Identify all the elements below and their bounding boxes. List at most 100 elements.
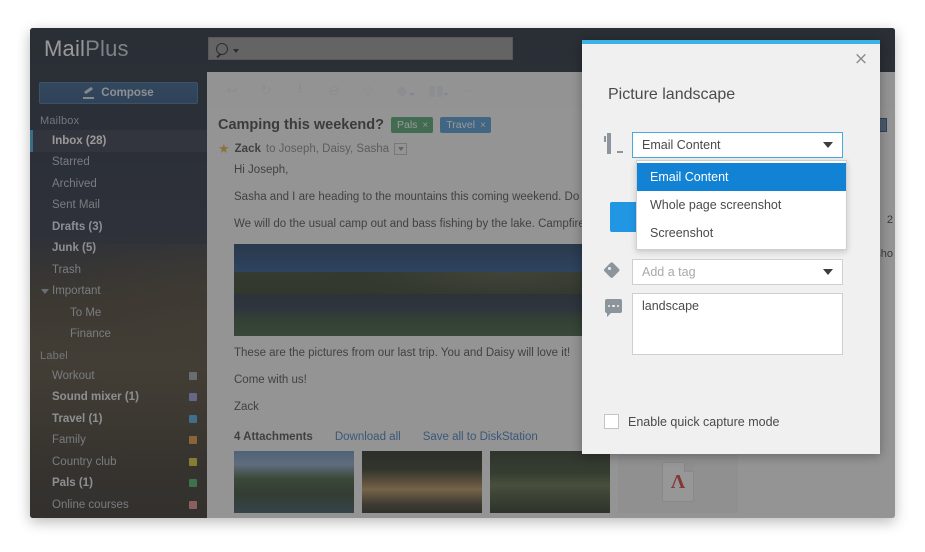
sidebar-item-label: Travel (1) xyxy=(52,412,103,425)
sidebar-item-label: Sound mixer (1) xyxy=(52,391,139,404)
download-all-link[interactable]: Download all xyxy=(335,431,401,443)
folder-icon[interactable]: ▮▮ xyxy=(421,77,451,103)
sidebar-item-label: Archived xyxy=(52,177,97,190)
sidebar-item-label: Finance xyxy=(70,328,111,341)
sidebar-item-label: Workout xyxy=(52,369,95,382)
dropdown-option-screenshot[interactable]: Screenshot xyxy=(637,219,846,247)
archive-icon[interactable]: ⭳ xyxy=(285,77,315,103)
sidebar-item-label: Starred xyxy=(52,156,90,169)
sidebar: Compose Mailbox Inbox (28) Starred Archi… xyxy=(30,72,207,518)
tag-input-placeholder: Add a tag xyxy=(642,265,696,279)
label-color-swatch xyxy=(189,479,197,488)
tag-icon xyxy=(604,262,623,281)
chevron-down-icon[interactable] xyxy=(443,93,449,96)
details-toggle[interactable] xyxy=(394,143,408,155)
sidebar-item-drafts[interactable]: Drafts (3) xyxy=(30,216,207,238)
sidebar-item-sound-mixer[interactable]: Sound mixer (1) xyxy=(30,387,207,409)
crop-icon xyxy=(604,133,623,154)
sidebar-item-pals[interactable]: Pals (1) xyxy=(30,473,207,495)
comment-textarea[interactable]: landscape xyxy=(632,293,843,355)
sidebar-item-workout[interactable]: Workout xyxy=(30,365,207,387)
app-logo: MailPlus xyxy=(44,36,129,62)
close-icon[interactable]: × xyxy=(480,120,486,131)
sidebar-item-archived[interactable]: Archived xyxy=(30,173,207,195)
notebook-icon xyxy=(604,171,623,190)
brand-main: Mail xyxy=(44,36,86,61)
content-type-field-row: Email Content xyxy=(604,132,843,158)
chevron-down-icon[interactable] xyxy=(233,48,239,53)
sidebar-item-family[interactable]: Family xyxy=(30,430,207,452)
delete-icon[interactable]: ☺ xyxy=(353,77,383,103)
sidebar-item-inbox[interactable]: Inbox (28) xyxy=(30,130,207,152)
quick-capture-checkbox[interactable] xyxy=(604,414,619,429)
sidebar-item-label: Family xyxy=(52,434,86,447)
pdf-file-icon: Λ xyxy=(662,462,694,502)
chevron-down-icon xyxy=(397,147,404,151)
dropdown-option-whole-page-screenshot[interactable]: Whole page screenshot xyxy=(637,191,846,219)
sidebar-item-to-me[interactable]: To Me xyxy=(30,302,207,324)
sidebar-item-finance[interactable]: Finance xyxy=(30,324,207,346)
tag-chip-travel[interactable]: Travel × xyxy=(440,117,491,133)
close-icon[interactable]: × xyxy=(852,51,870,69)
sidebar-section-mailbox-title: Mailbox xyxy=(40,115,80,127)
spam-icon[interactable]: ⊖ xyxy=(319,77,349,103)
chevron-down-icon[interactable] xyxy=(823,269,833,275)
label-color-swatch xyxy=(189,393,197,402)
behind-panel-text-fragment-1: 2 xyxy=(886,214,893,226)
sidebar-item-sent-mail[interactable]: Sent Mail xyxy=(30,195,207,217)
content-type-select-value: Email Content xyxy=(642,138,721,152)
sidebar-item-label: Country club xyxy=(52,455,117,468)
sidebar-item-junk[interactable]: Junk (5) xyxy=(30,238,207,260)
search-icon xyxy=(216,42,228,55)
comment-icon xyxy=(604,296,623,317)
screen-root: MailPlus Compose Mailbox Inbox (28) Star… xyxy=(0,0,925,552)
save-all-to-diskstation-link[interactable]: Save all to DiskStation xyxy=(423,431,538,443)
search-input[interactable] xyxy=(208,37,513,60)
quick-capture-row[interactable]: Enable quick capture mode xyxy=(604,414,779,429)
close-icon[interactable]: × xyxy=(422,120,428,131)
dropdown-option-email-content[interactable]: Email Content xyxy=(637,163,846,191)
chevron-down-icon[interactable] xyxy=(41,288,49,294)
thumb-fish[interactable] xyxy=(490,451,610,513)
star-icon[interactable]: ★ xyxy=(218,141,230,157)
attachment-thumbnails: Λ xyxy=(207,451,895,513)
sidebar-item-trash[interactable]: Trash xyxy=(30,259,207,281)
primary-action-button[interactable] xyxy=(610,202,637,232)
email-recipients: to Joseph, Daisy, Sasha xyxy=(265,143,390,155)
attachments-count: 4 Attachments xyxy=(234,431,313,443)
tag-chip-label: Travel xyxy=(446,119,476,131)
reply-icon[interactable]: ↩ xyxy=(217,77,247,103)
pencil-icon xyxy=(83,88,95,99)
tag-field-row: Add a tag xyxy=(604,259,843,285)
tag-input[interactable]: Add a tag xyxy=(632,259,843,285)
sidebar-item-important[interactable]: Important xyxy=(30,281,207,303)
compose-button[interactable]: Compose xyxy=(39,82,198,104)
sidebar-item-country-club[interactable]: Country club xyxy=(30,451,207,473)
sidebar-item-label: Pals (1) xyxy=(52,477,93,490)
refresh-icon[interactable]: ↻ xyxy=(251,77,281,103)
label-color-swatch xyxy=(189,436,197,445)
tag-icon[interactable]: ◆ xyxy=(387,77,417,103)
sidebar-item-label: Junk (5) xyxy=(52,242,97,255)
comment-textarea-value: landscape xyxy=(642,299,699,313)
sidebar-item-starred[interactable]: Starred xyxy=(30,152,207,174)
sidebar-item-label: To Me xyxy=(70,306,102,319)
content-type-dropdown: Email Content Whole page screenshot Scre… xyxy=(636,160,847,250)
chevron-down-icon[interactable] xyxy=(409,93,415,96)
label-color-swatch xyxy=(189,371,197,380)
thumb-mountain-lake[interactable] xyxy=(234,451,354,513)
thumb-pdf[interactable]: Λ xyxy=(618,451,738,513)
brand-sub: Plus xyxy=(85,36,129,61)
sidebar-item-online-courses[interactable]: Online courses xyxy=(30,494,207,516)
thumb-smores[interactable] xyxy=(362,451,482,513)
sidebar-item-label: Sent Mail xyxy=(52,199,100,212)
tag-chip-pals[interactable]: Pals × xyxy=(390,117,434,133)
quick-capture-label: Enable quick capture mode xyxy=(628,414,780,429)
sidebar-item-label: Drafts (3) xyxy=(52,220,103,233)
more-icon[interactable]: ⋯ xyxy=(455,77,485,103)
content-type-select[interactable]: Email Content xyxy=(632,132,843,158)
sidebar-item-travel[interactable]: Travel (1) xyxy=(30,408,207,430)
dialog-title: Picture landscape xyxy=(608,86,736,103)
chevron-down-icon[interactable] xyxy=(823,142,833,148)
label-color-swatch xyxy=(189,457,197,466)
